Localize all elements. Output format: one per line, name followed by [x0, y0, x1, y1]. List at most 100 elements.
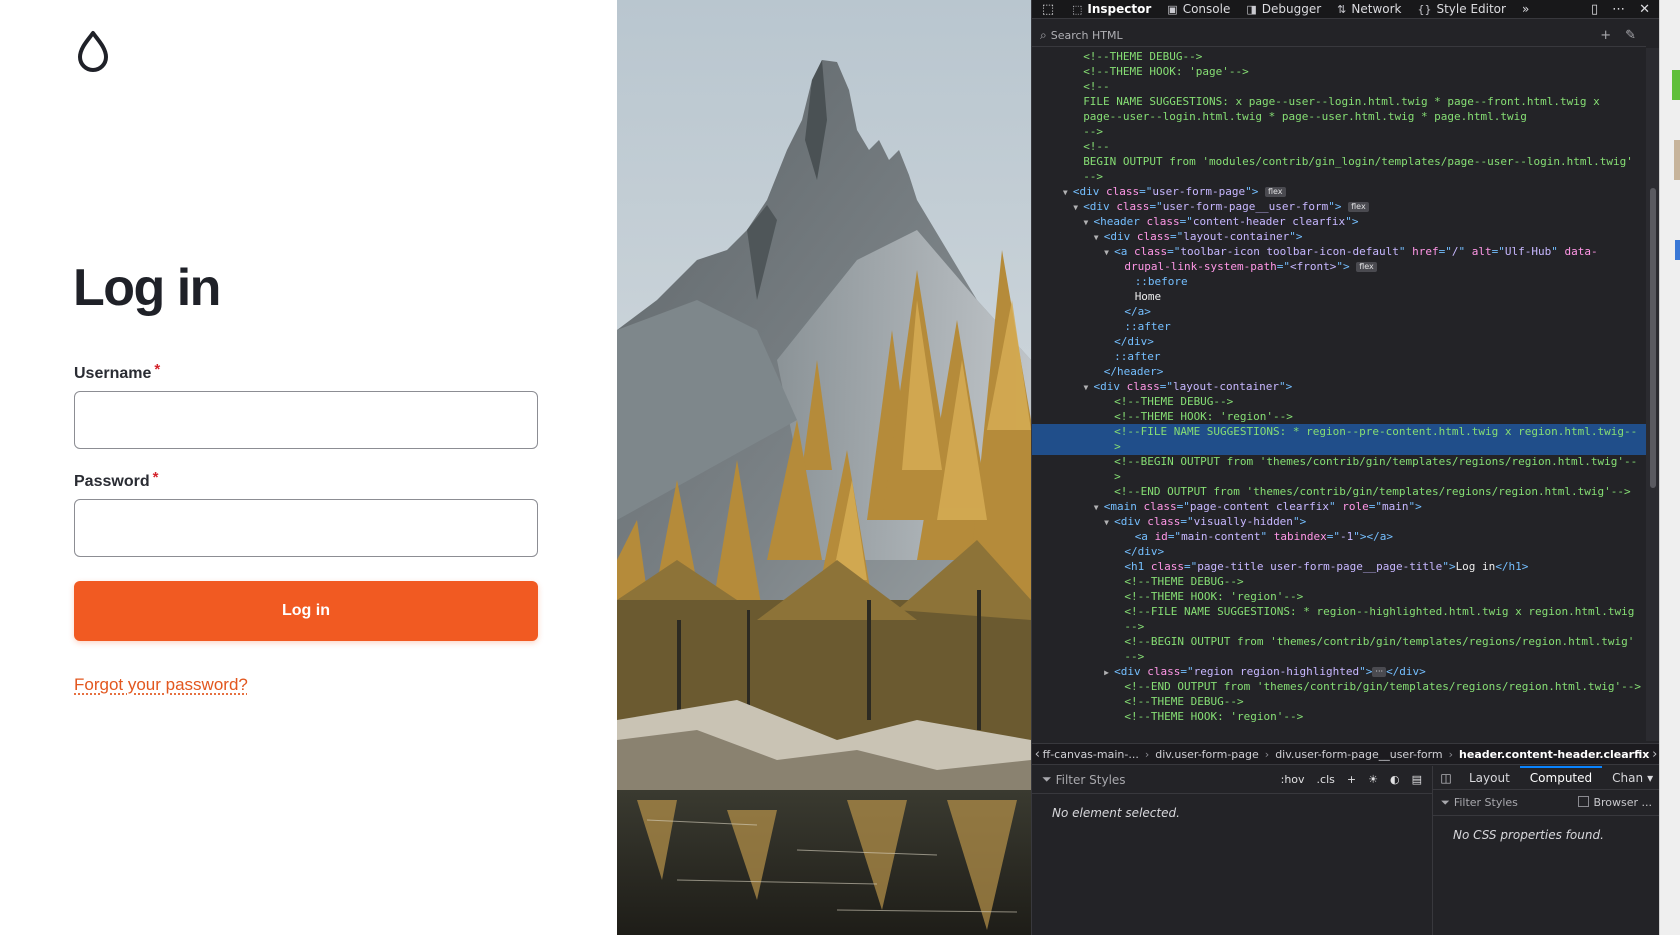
markup-line[interactable]: -->	[1032, 619, 1646, 635]
tabs-overflow-icon[interactable]: ▾	[1647, 771, 1653, 785]
markup-line[interactable]: ▼ <div class="layout-container">	[1032, 379, 1646, 395]
username-input[interactable]	[74, 391, 538, 449]
markup-token	[1144, 560, 1151, 573]
markup-line[interactable]: <!--FILE NAME SUGGESTIONS: * region--pre…	[1032, 424, 1646, 440]
collapsed-node-badge[interactable]: ···	[1372, 667, 1387, 677]
markup-line[interactable]: </div>	[1032, 334, 1646, 350]
search-html-input[interactable]	[1050, 29, 1551, 42]
scroll-thumb[interactable]	[1650, 188, 1656, 488]
tab-computed[interactable]: Computed	[1519, 765, 1603, 790]
markup-line[interactable]: ::after	[1032, 349, 1646, 365]
markup-line[interactable]: >	[1032, 439, 1646, 455]
markup-line[interactable]: <!--THEME HOOK: 'page'-->	[1032, 64, 1646, 80]
markup-view[interactable]: <!--THEME DEBUG--> <!--THEME HOOK: 'page'…	[1032, 48, 1646, 741]
password-input[interactable]	[74, 499, 538, 557]
markup-line[interactable]: ▶ <div class="region region-highlighted">…	[1032, 664, 1646, 680]
more-options-icon[interactable]: ⋯	[1612, 2, 1625, 17]
markup-line[interactable]: -->	[1032, 124, 1646, 140]
markup-line[interactable]: ▼ <div class="layout-container">	[1032, 229, 1646, 245]
add-node-icon[interactable]: +	[1600, 28, 1611, 43]
breadcrumb-item[interactable]: div.user-form-page__user-form	[1275, 748, 1442, 761]
checkbox-box[interactable]	[1578, 796, 1590, 807]
close-icon[interactable]: ✕	[1639, 2, 1650, 17]
toggle-sidebar-icon[interactable]: ◫	[1433, 771, 1459, 785]
hov-button[interactable]: :hov	[1281, 773, 1305, 786]
markup-line[interactable]: <!--BEGIN OUTPUT from 'themes/contrib/gi…	[1032, 454, 1646, 470]
tab-debugger[interactable]: ◨ Debugger	[1238, 0, 1329, 19]
login-button[interactable]: Log in	[74, 581, 538, 641]
markup-text: FILE NAME SUGGESTIONS: x page--user--log…	[1083, 95, 1600, 108]
markup-line[interactable]: </a>	[1032, 304, 1646, 320]
markup-line[interactable]: </div>	[1032, 544, 1646, 560]
style-editor-icon: {}	[1417, 2, 1432, 16]
markup-scrollbar[interactable]	[1646, 48, 1660, 741]
tab-network[interactable]: ⇅ Network	[1329, 0, 1409, 19]
markup-line[interactable]: drupal-link-system-path="<front>"> flex	[1032, 259, 1646, 275]
markup-token: <div	[1093, 380, 1121, 393]
tab-layout[interactable]: Layout	[1459, 766, 1520, 790]
flex-badge[interactable]: flex	[1264, 187, 1286, 197]
light-theme-icon[interactable]: ☀	[1368, 773, 1378, 786]
markup-line[interactable]: <!--	[1032, 79, 1646, 95]
markup-line[interactable]: <!--THEME DEBUG-->	[1032, 694, 1646, 710]
dark-theme-icon[interactable]: ◐	[1390, 773, 1400, 786]
markup-line[interactable]: <!--THEME DEBUG-->	[1032, 394, 1646, 410]
markup-line[interactable]: <!--END OUTPUT from 'themes/contrib/gin/…	[1032, 484, 1646, 500]
print-media-icon[interactable]: ▤	[1412, 773, 1422, 786]
markup-line[interactable]: <!--BEGIN OUTPUT from 'themes/contrib/gi…	[1032, 634, 1646, 650]
markup-line[interactable]: ▼ <div class="user-form-page__user-form">…	[1032, 199, 1646, 215]
markup-line[interactable]: ::after	[1032, 319, 1646, 335]
markup-line[interactable]: <a id="main-content" tabindex="-1"></a>	[1032, 529, 1646, 545]
markup-line[interactable]: FILE NAME SUGGESTIONS: x page--user--log…	[1032, 94, 1646, 110]
markup-line[interactable]: ▼ <header class="content-header clearfix"…	[1032, 214, 1646, 230]
markup-line[interactable]: <!--FILE NAME SUGGESTIONS: * region--hig…	[1032, 604, 1646, 620]
markup-line[interactable]: <!--THEME HOOK: 'region'-->	[1032, 589, 1646, 605]
markup-line[interactable]: <!--THEME DEBUG-->	[1032, 574, 1646, 590]
browser-styles-checkbox[interactable]: Browser ...	[1578, 796, 1660, 809]
markup-line[interactable]: -->	[1032, 649, 1646, 665]
filter-styles-input[interactable]: Filter Styles	[1056, 773, 1126, 787]
computed-filter-input[interactable]: Filter Styles	[1454, 796, 1518, 809]
markup-line[interactable]: ▼ <div class="user-form-page"> flex	[1032, 184, 1646, 200]
markup-token: "	[1289, 230, 1296, 243]
breadcrumb-item[interactable]: div.user-form-page	[1155, 748, 1259, 761]
markup-line[interactable]: <!--THEME HOOK: 'region'-->	[1032, 709, 1646, 725]
markup-line[interactable]: <!--	[1032, 139, 1646, 155]
markup-line[interactable]: <h1 class="page-title user-form-page__pa…	[1032, 559, 1646, 575]
element-picker-icon[interactable]: ⬚	[1032, 2, 1064, 17]
markup-line[interactable]: ▼ <div class="visually-hidden">	[1032, 514, 1646, 530]
tab-style-editor[interactable]: {} Style Editor	[1409, 0, 1513, 19]
markup-line[interactable]: ▼ <a class="toolbar-icon toolbar-icon-def…	[1032, 244, 1646, 260]
more-tools-icon[interactable]: »	[1514, 0, 1537, 19]
water-drop-icon[interactable]	[76, 30, 110, 72]
markup-text: ::before	[1134, 275, 1188, 288]
dock-side-icon[interactable]: ▯	[1591, 2, 1598, 17]
tab-inspector[interactable]: ⬚ Inspector	[1064, 0, 1159, 19]
markup-line[interactable]: <!--THEME HOOK: 'region'-->	[1032, 409, 1646, 425]
markup-token	[1120, 380, 1127, 393]
markup-line[interactable]: BEGIN OUTPUT from 'modules/contrib/gin_l…	[1032, 154, 1646, 170]
markup-token: drupal-link-system-path	[1124, 260, 1277, 273]
cls-button[interactable]: .cls	[1317, 773, 1335, 786]
markup-line[interactable]: <!--THEME DEBUG-->	[1032, 49, 1646, 65]
breadcrumb-item[interactable]: ff-canvas-main-...	[1043, 748, 1139, 761]
markup-text: -->	[1083, 170, 1104, 183]
markup-line[interactable]: -->	[1032, 169, 1646, 185]
forgot-password-link[interactable]: Forgot your password?	[74, 675, 248, 695]
markup-line[interactable]: <!--END OUTPUT from 'themes/contrib/gin/…	[1032, 679, 1646, 695]
markup-line[interactable]: Home	[1032, 289, 1646, 305]
tab-changes[interactable]: Chan	[1602, 766, 1653, 790]
markup-line[interactable]: ::before	[1032, 274, 1646, 290]
flex-badge[interactable]: flex	[1356, 262, 1377, 272]
markup-line[interactable]: >	[1032, 469, 1646, 485]
breadcrumb-item[interactable]: header.content-header.clearfix	[1459, 748, 1649, 761]
markup-line[interactable]: page--user--login.html.twig * page--user…	[1032, 109, 1646, 125]
breadcrumb-left-icon[interactable]: ‹	[1032, 747, 1043, 762]
markup-line[interactable]: </header>	[1032, 364, 1646, 380]
eyedropper-icon[interactable]: ✎	[1625, 28, 1636, 43]
add-rule-button[interactable]: +	[1347, 773, 1356, 786]
markup-line[interactable]: ▼ <main class="page-content clearfix" rol…	[1032, 499, 1646, 515]
markup-text: <!--THEME DEBUG-->	[1124, 695, 1244, 708]
flex-badge[interactable]: flex	[1348, 202, 1369, 212]
tab-console[interactable]: ▣ Console	[1159, 0, 1238, 19]
